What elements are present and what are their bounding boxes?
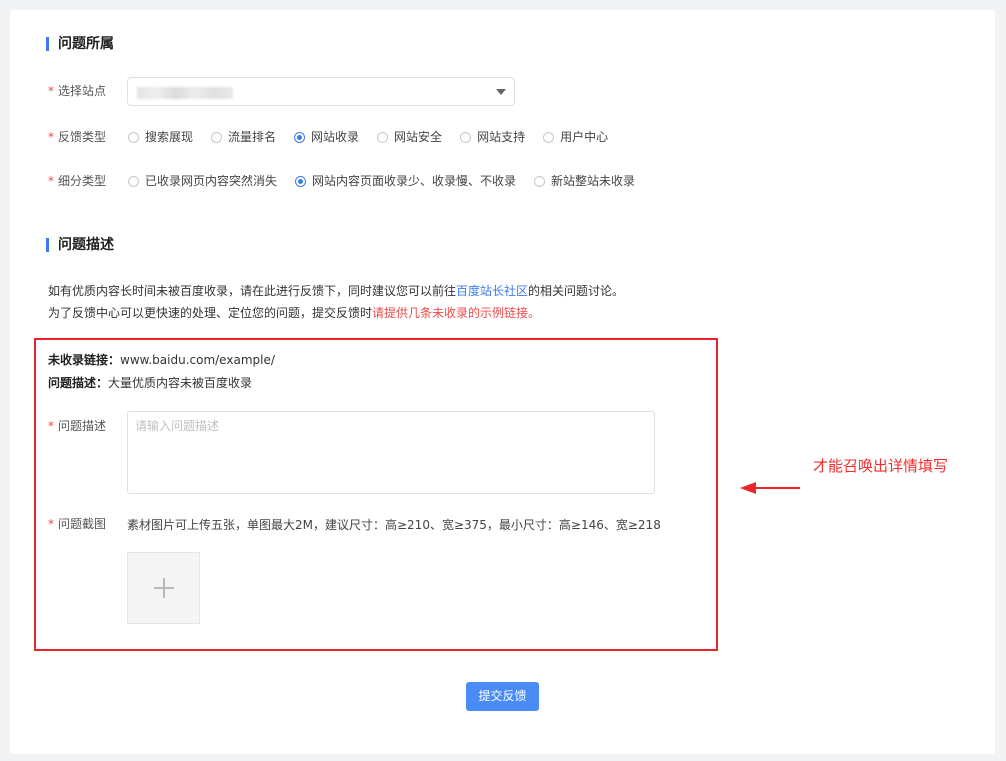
example-desc-row: 问题描述：大量优质内容未被百度收录 [48, 375, 252, 391]
radio-circle-icon[interactable] [460, 131, 472, 143]
radio-label: 网站支持 [477, 130, 526, 144]
radio-new-site-not-indexed[interactable]: 新站整站未收录 [534, 174, 635, 188]
required-mark: * [48, 130, 54, 144]
chevron-down-icon[interactable] [496, 89, 506, 95]
required-mark: * [48, 419, 54, 433]
example-link-row: 未收录链接：www.baidu.com/example/ [48, 352, 275, 368]
radio-checked-icon[interactable] [294, 131, 306, 143]
radio-circle-icon[interactable] [211, 131, 223, 143]
radio-few-slow-not-indexed[interactable]: 网站内容页面收录少、收录慢、不收录 [295, 174, 516, 188]
radio-label: 用户中心 [560, 130, 609, 144]
radio-circle-icon[interactable] [534, 175, 546, 187]
example-link-value: www.baidu.com/example/ [120, 353, 275, 367]
required-mark: * [48, 84, 54, 98]
radio-label: 已收录网页内容突然消失 [145, 174, 278, 188]
upload-hint: 素材图片可上传五张，单图最大2M，建议尺寸：高≥210、宽≥375，最小尺寸：高… [127, 518, 661, 532]
intro-line-2: 为了反馈中心可以更快速的处理、定位您的问题，提交反馈时请提供几条未收录的示例链接… [48, 305, 540, 321]
intro-text: 的相关问题讨论。 [528, 284, 625, 298]
radio-search-display[interactable]: 搜索展现 [128, 130, 193, 144]
upload-button[interactable] [127, 552, 200, 624]
description-label-text: 问题描述 [58, 419, 107, 433]
sub-type-label: * 细分类型 [48, 173, 106, 189]
intro-text: 如有优质内容长时间未被百度收录，请在此进行反馈下，同时建议您可以前往 [48, 284, 457, 298]
example-link-label: 未收录链接： [48, 353, 121, 367]
radio-label: 网站内容页面收录少、收录慢、不收录 [312, 174, 517, 188]
radio-traffic-ranking[interactable]: 流量排名 [211, 130, 276, 144]
radio-circle-icon[interactable] [128, 175, 139, 187]
section-title-ownership: 问题所属 [46, 37, 114, 51]
radio-circle-icon[interactable] [543, 131, 555, 143]
radio-label: 流量排名 [228, 130, 277, 144]
site-select[interactable] [127, 77, 515, 106]
section-title-description: 问题描述 [46, 238, 114, 252]
radio-circle-icon[interactable] [377, 131, 389, 143]
annotation-text: 才能召唤出详情填写 [813, 457, 949, 475]
submit-feedback-button[interactable]: 提交反馈 [466, 682, 539, 711]
feedback-type-label-text: 反馈类型 [58, 130, 107, 144]
description-label: * 问题描述 [48, 418, 106, 434]
radio-label: 网站收录 [311, 130, 360, 144]
radio-circle-icon[interactable] [128, 131, 139, 143]
feedback-type-radio-group: 搜索展现 流量排名 网站收录 网站安全 网站支持 用户中心 [128, 130, 626, 144]
sub-type-radio-group: 已收录网页内容突然消失 网站内容页面收录少、收录慢、不收录 新站整站未收录 [128, 174, 653, 188]
radio-site-security[interactable]: 网站安全 [377, 130, 442, 144]
radio-user-center[interactable]: 用户中心 [543, 130, 608, 144]
intro-text: 为了反馈中心可以更快速的处理、定位您的问题，提交反馈时 [48, 306, 373, 320]
radio-label: 新站整站未收录 [551, 174, 636, 188]
radio-label: 网站安全 [394, 130, 443, 144]
site-select-value-redacted [137, 87, 233, 99]
feedback-type-label: * 反馈类型 [48, 129, 106, 145]
radio-site-indexing[interactable]: 网站收录 [294, 130, 359, 144]
annotation-arrow-icon [740, 482, 800, 494]
site-label-text: 选择站点 [58, 84, 107, 98]
required-mark: * [48, 174, 54, 188]
example-desc-label: 问题描述： [48, 376, 109, 390]
community-link[interactable]: 百度站长社区 [456, 284, 528, 298]
radio-indexed-content-disappeared[interactable]: 已收录网页内容突然消失 [128, 174, 277, 188]
sub-type-label-text: 细分类型 [58, 174, 107, 188]
description-textarea[interactable] [127, 411, 655, 494]
screenshot-label: * 问题截图 [48, 516, 106, 532]
radio-site-support[interactable]: 网站支持 [460, 130, 525, 144]
intro-line-1: 如有优质内容长时间未被百度收录，请在此进行反馈下，同时建议您可以前往百度站长社区… [48, 283, 624, 299]
screenshot-label-text: 问题截图 [58, 517, 107, 531]
radio-checked-icon[interactable] [295, 175, 307, 187]
radio-label: 搜索展现 [145, 130, 194, 144]
site-label: * 选择站点 [48, 83, 106, 99]
intro-warning: 请提供几条未收录的示例链接。 [372, 306, 541, 320]
example-desc-value: 大量优质内容未被百度收录 [108, 376, 253, 390]
required-mark: * [48, 517, 54, 531]
